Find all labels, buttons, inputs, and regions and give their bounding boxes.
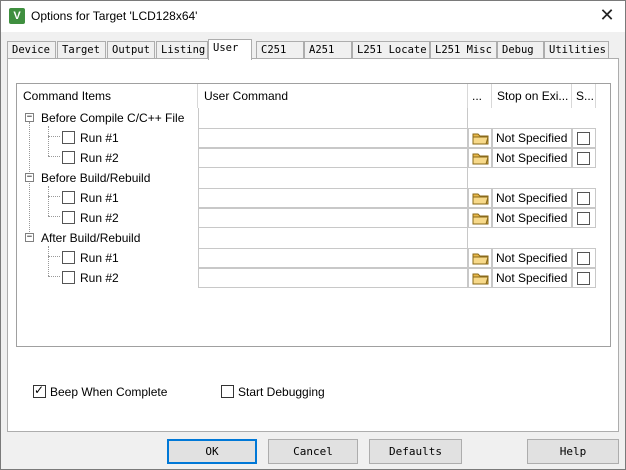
s-cell	[572, 268, 596, 288]
folder-icon	[472, 253, 489, 265]
user-command-field[interactable]	[198, 208, 468, 228]
run-label: Run #2	[80, 211, 119, 225]
browse-button[interactable]	[468, 268, 492, 288]
run-checkbox[interactable]	[62, 251, 75, 264]
group-spacer	[198, 228, 468, 248]
s-cell	[572, 248, 596, 268]
s-checkbox[interactable]	[577, 212, 590, 225]
collapse-icon[interactable]: −	[25, 113, 34, 122]
close-button[interactable]: ✕	[593, 5, 621, 29]
user-command-field[interactable]	[198, 248, 468, 268]
stop-on-exit-value[interactable]: Not Specified	[492, 268, 572, 288]
s-checkbox[interactable]	[577, 272, 590, 285]
run-row: Run #1 Not Specified	[17, 128, 610, 148]
group-label: Before Build/Rebuild	[41, 171, 151, 185]
folder-icon	[472, 133, 489, 145]
tab-debug[interactable]: Debug	[497, 41, 544, 58]
run-row: Run #1 Not Specified	[17, 248, 610, 268]
header-user-command[interactable]: User Command	[198, 84, 468, 108]
run-row: Run #2 Not Specified	[17, 268, 610, 288]
run-checkbox[interactable]	[62, 211, 75, 224]
run-label: Run #2	[80, 151, 119, 165]
stop-on-exit-value[interactable]: Not Specified	[492, 188, 572, 208]
app-icon: V	[9, 8, 25, 24]
group-row-before-compile: − Before Compile C/C++ File	[17, 108, 610, 128]
run-row: Run #1 Not Specified	[17, 188, 610, 208]
run-label: Run #1	[80, 191, 119, 205]
group-label: After Build/Rebuild	[41, 231, 141, 245]
tab-listing[interactable]: Listing	[156, 41, 208, 58]
user-command-field[interactable]	[198, 268, 468, 288]
s-checkbox[interactable]	[577, 152, 590, 165]
run-label: Run #1	[80, 251, 119, 265]
run-checkbox[interactable]	[62, 151, 75, 164]
run-row: Run #2 Not Specified	[17, 208, 610, 228]
group-row-before-build: − Before Build/Rebuild	[17, 168, 610, 188]
stop-on-exit-value[interactable]: Not Specified	[492, 248, 572, 268]
s-cell	[572, 128, 596, 148]
tab-l251-misc[interactable]: L251 Misc	[430, 41, 497, 58]
header-command-items[interactable]: Command Items	[17, 84, 198, 108]
collapse-icon[interactable]: −	[25, 233, 34, 242]
header-s[interactable]: S...	[572, 84, 596, 108]
ok-button[interactable]: OK	[167, 439, 257, 464]
beep-when-complete-label[interactable]: Beep When Complete	[50, 385, 167, 399]
folder-icon	[472, 273, 489, 285]
stop-on-exit-value[interactable]: Not Specified	[492, 148, 572, 168]
s-cell	[572, 208, 596, 228]
group-row-after-build: − After Build/Rebuild	[17, 228, 610, 248]
group-label: Before Compile C/C++ File	[41, 111, 185, 125]
s-cell	[572, 148, 596, 168]
tab-a251[interactable]: A251	[304, 41, 352, 58]
group-spacer	[198, 108, 468, 128]
collapse-icon[interactable]: −	[25, 173, 34, 182]
run-checkbox[interactable]	[62, 271, 75, 284]
browse-button[interactable]	[468, 128, 492, 148]
run-row: Run #2 Not Specified	[17, 148, 610, 168]
start-debugging-label[interactable]: Start Debugging	[238, 385, 325, 399]
user-command-field[interactable]	[198, 148, 468, 168]
tab-l251-locate[interactable]: L251 Locate	[352, 41, 430, 58]
help-button[interactable]: Help	[527, 439, 619, 464]
browse-button[interactable]	[468, 248, 492, 268]
group-spacer	[198, 168, 468, 188]
tab-c251[interactable]: C251	[256, 41, 304, 58]
tab-user[interactable]: User	[208, 39, 252, 60]
tab-target[interactable]: Target	[57, 41, 106, 58]
title-bar: V Options for Target 'LCD128x64' ✕	[1, 1, 625, 32]
options-dialog: V Options for Target 'LCD128x64' ✕ Devic…	[0, 0, 626, 470]
folder-icon	[472, 153, 489, 165]
tab-output[interactable]: Output	[107, 41, 155, 58]
tab-strip: Device Target Output Listing User C251 A…	[7, 39, 621, 60]
header-stop-on-exit[interactable]: Stop on Exi...	[492, 84, 572, 108]
header-browse[interactable]: ...	[468, 84, 492, 108]
s-checkbox[interactable]	[577, 132, 590, 145]
window-title: Options for Target 'LCD128x64'	[31, 9, 198, 23]
browse-button[interactable]	[468, 148, 492, 168]
run-label: Run #2	[80, 271, 119, 285]
user-command-field[interactable]	[198, 188, 468, 208]
start-debugging-checkbox[interactable]	[221, 385, 234, 398]
beep-when-complete-checkbox[interactable]: ✓	[33, 383, 46, 398]
cancel-button[interactable]: Cancel	[268, 439, 358, 464]
tab-utilities[interactable]: Utilities	[544, 41, 609, 58]
run-checkbox[interactable]	[62, 131, 75, 144]
defaults-button[interactable]: Defaults	[369, 439, 462, 464]
folder-icon	[472, 213, 489, 225]
stop-on-exit-value[interactable]: Not Specified	[492, 208, 572, 228]
browse-button[interactable]	[468, 188, 492, 208]
s-checkbox[interactable]	[577, 252, 590, 265]
run-checkbox[interactable]	[62, 191, 75, 204]
tab-device[interactable]: Device	[7, 41, 56, 58]
folder-icon	[472, 193, 489, 205]
check-icon: ✓	[34, 383, 45, 397]
browse-button[interactable]	[468, 208, 492, 228]
run-label: Run #1	[80, 131, 119, 145]
user-commands-grid: Command Items User Command ... Stop on E…	[16, 83, 611, 347]
user-command-field[interactable]	[198, 128, 468, 148]
s-cell	[572, 188, 596, 208]
s-checkbox[interactable]	[577, 192, 590, 205]
stop-on-exit-value[interactable]: Not Specified	[492, 128, 572, 148]
